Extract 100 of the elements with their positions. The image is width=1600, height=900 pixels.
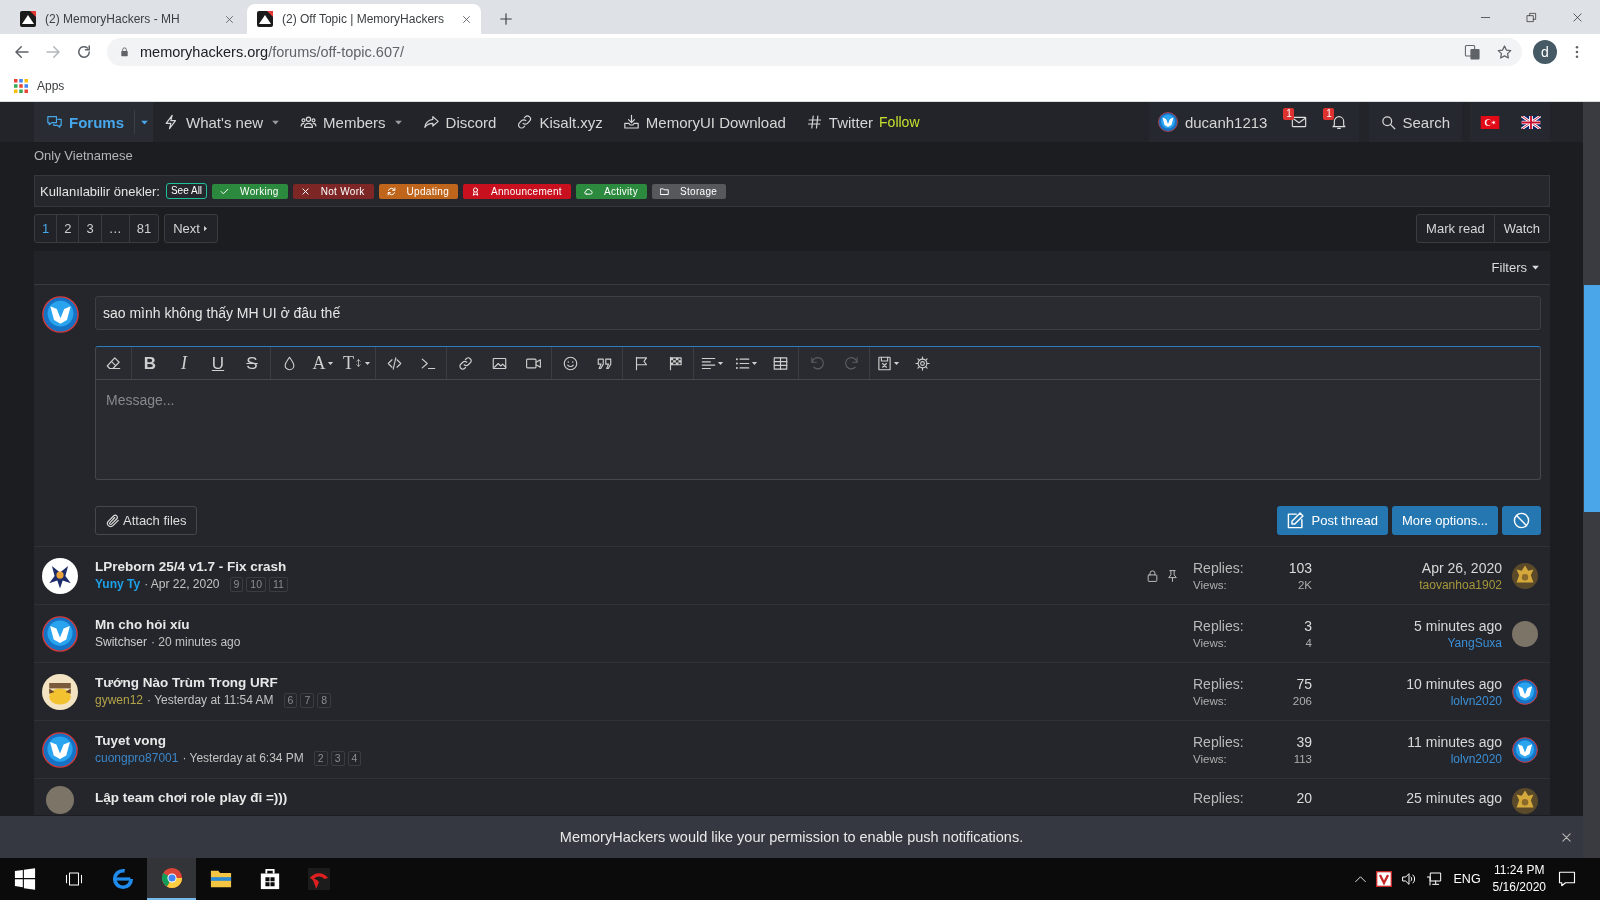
scrollbar-thumb[interactable] <box>1584 285 1600 512</box>
strikethrough-button[interactable]: S <box>235 347 269 379</box>
action-button[interactable]: Mark read <box>1416 214 1495 243</box>
nav-tab[interactable]: Members <box>290 102 413 142</box>
star-icon[interactable] <box>1496 43 1513 61</box>
nav-tab[interactable]: Forums <box>34 102 153 142</box>
figure-avatar[interactable] <box>1512 788 1538 814</box>
author-link[interactable]: gywen12 <box>95 692 144 709</box>
thread-title-field[interactable]: sao mình không thấy MH UI ở đâu thế <box>95 296 1541 330</box>
page-jump-link[interactable]: 11 <box>269 577 288 592</box>
last-poster-link[interactable]: taovanhoa1902 <box>1419 576 1502 593</box>
reload-icon[interactable] <box>75 43 93 61</box>
page-jump-link[interactable]: 6 <box>283 693 298 708</box>
nav-tab[interactable]: What's new <box>153 102 291 142</box>
prefix-tag[interactable]: Activity <box>575 183 647 199</box>
page-jump-link[interactable]: 9 <box>229 577 244 592</box>
logo-avatar[interactable] <box>1512 736 1538 763</box>
last-post-date[interactable]: 25 minutes ago <box>1406 789 1502 807</box>
italic-button[interactable]: I <box>167 347 201 379</box>
logo-avatar[interactable] <box>1512 678 1538 705</box>
browser-tab[interactable]: (2) MemoryHackers - MH <box>10 4 244 34</box>
last-post-date[interactable]: 10 minutes ago <box>1406 674 1502 693</box>
close-icon[interactable] <box>462 14 471 24</box>
address-bar[interactable]: memoryhackers.org/forums/off-topic.607/ <box>107 38 1522 66</box>
font-size-button[interactable]: T <box>340 347 374 379</box>
envelope-icon[interactable] <box>1291 114 1308 130</box>
page-link[interactable]: 2 <box>56 214 80 243</box>
figure-avatar[interactable] <box>1512 562 1538 589</box>
windows-start-icon[interactable] <box>13 868 36 890</box>
prefix-tag[interactable]: Announcement <box>463 183 571 199</box>
clock-time[interactable]: 11:24 PM <box>1494 862 1545 879</box>
filters-button[interactable]: Filters <box>1491 260 1540 275</box>
search-link[interactable]: Search <box>1369 102 1462 142</box>
message-field[interactable]: Message... <box>96 380 1540 479</box>
cancel-button[interactable] <box>1502 506 1541 535</box>
font-button[interactable]: A <box>306 347 340 379</box>
author-link[interactable]: Switchser <box>95 634 147 651</box>
speaker-icon[interactable] <box>1400 871 1417 887</box>
thread-title-link[interactable]: Mn cho hỏi xíu <box>95 617 190 632</box>
back-arrow-icon[interactable] <box>13 43 31 61</box>
close-icon[interactable] <box>225 14 234 24</box>
page-link[interactable]: 81 <box>128 214 160 243</box>
network-icon[interactable] <box>1425 871 1442 887</box>
underline-button[interactable]: U <box>201 347 235 379</box>
bookmark-link[interactable]: Apps <box>14 78 65 93</box>
thread-title-link[interactable]: Tướng Nào Trùm Trong URF <box>95 675 278 690</box>
author-link[interactable]: cuongpro87001 <box>95 750 179 767</box>
input-language[interactable]: ENG <box>1453 872 1481 886</box>
see-all-button[interactable]: See All <box>165 183 208 199</box>
attach-files-button[interactable]: Attach files <box>95 506 197 535</box>
more-options-button[interactable]: More options... <box>1392 506 1498 535</box>
turkish-flag-icon[interactable] <box>1480 115 1500 129</box>
scrollbar[interactable] <box>1583 102 1600 858</box>
page-jump-link[interactable]: 10 <box>246 577 267 592</box>
bell-icon[interactable] <box>1331 114 1348 130</box>
author-link[interactable]: Yuny Ty <box>95 576 141 593</box>
prefix-tag[interactable]: Storage <box>652 183 727 199</box>
prefix-tag[interactable]: Not Work <box>292 183 374 199</box>
page-jump-link[interactable]: 4 <box>347 751 362 766</box>
thread-title-link[interactable]: LPreborn 25/4 v1.7 - Fix crash <box>95 559 287 574</box>
taskbar-app-button[interactable] <box>147 858 196 900</box>
nav-tab[interactable]: Discord <box>412 102 507 142</box>
clock-date[interactable]: 5/16/2020 <box>1492 879 1546 896</box>
close-icon[interactable] <box>1571 11 1583 23</box>
british-flag-icon[interactable] <box>1521 115 1541 129</box>
last-post-date[interactable]: Apr 26, 2020 <box>1421 558 1502 577</box>
logo-avatar[interactable] <box>42 615 78 652</box>
prefix-tag[interactable]: Updating <box>378 183 459 199</box>
next-page-button[interactable]: Next <box>164 214 218 243</box>
logo-avatar[interactable] <box>42 731 78 768</box>
task-view-icon[interactable] <box>63 870 84 888</box>
last-post-date[interactable]: 11 minutes ago <box>1407 732 1502 751</box>
notification-icon[interactable] <box>1558 870 1576 888</box>
cartoon-avatar[interactable] <box>42 557 78 594</box>
page-link[interactable]: 1 <box>34 214 58 243</box>
last-poster-link[interactable]: lolvn2020 <box>1450 692 1502 709</box>
page-jump-link[interactable]: 3 <box>330 751 345 766</box>
thread-title-link[interactable]: Lập team chơi role play đi =))) <box>95 790 288 805</box>
user-menu-link[interactable]: ducanh1213 <box>1148 102 1280 142</box>
thread-title-link[interactable]: Tuyet vong <box>95 733 166 748</box>
close-icon[interactable] <box>1561 831 1572 843</box>
character-avatar[interactable] <box>42 673 78 710</box>
prefix-tag[interactable]: Working <box>212 183 288 199</box>
photo-avatar[interactable] <box>1512 620 1538 647</box>
page-link[interactable]: 3 <box>78 214 102 243</box>
last-poster-link[interactable]: lolvn2020 <box>1450 750 1502 767</box>
bold-button[interactable]: B <box>133 347 167 379</box>
restore-icon[interactable] <box>1525 11 1537 23</box>
last-post-date[interactable]: 5 minutes ago <box>1414 616 1502 635</box>
profile-button[interactable]: d <box>1533 40 1557 64</box>
page-jump-link[interactable]: 7 <box>300 693 315 708</box>
nav-tab[interactable]: Twitter Follow <box>795 102 930 142</box>
plus-icon[interactable] <box>499 12 513 26</box>
tray-app-icon[interactable] <box>1375 871 1392 887</box>
post-thread-button[interactable]: Post thread <box>1276 506 1388 535</box>
last-poster-link[interactable]: YangSuxa <box>1447 634 1502 651</box>
nav-tab[interactable]: MemoryUI Download <box>612 102 796 142</box>
browser-tab[interactable]: (2) Off Topic | MemoryHackers <box>247 4 481 34</box>
photo-avatar[interactable] <box>46 786 74 814</box>
page-jump-link[interactable]: 8 <box>317 693 332 708</box>
